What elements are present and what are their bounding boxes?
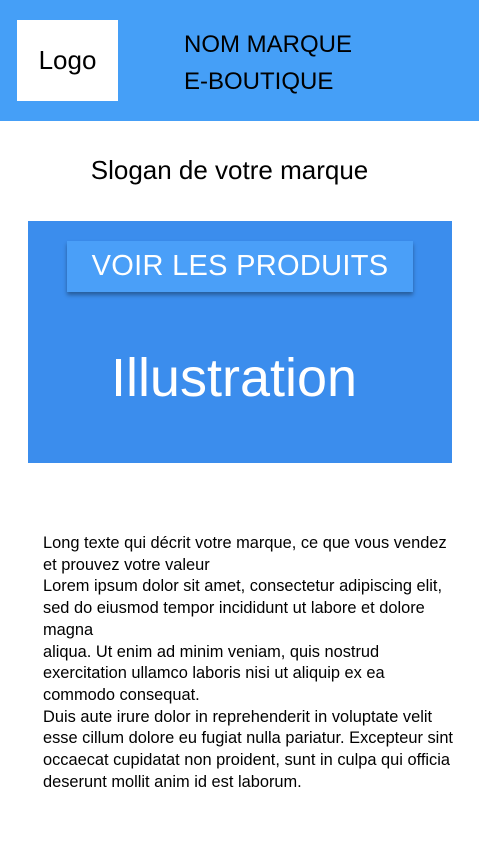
page: Logo NOM MARQUE E-BOUTIQUE Slogan de vot… <box>0 0 479 849</box>
brand-name: NOM MARQUE E-BOUTIQUE <box>184 26 352 100</box>
view-products-button[interactable]: VOIR LES PRODUITS <box>67 241 413 292</box>
brand-name-line2: E-BOUTIQUE <box>184 68 334 95</box>
brand-name-line1: NOM MARQUE <box>184 31 352 58</box>
illustration-placeholder: Illustration <box>110 348 358 408</box>
logo[interactable]: Logo <box>17 20 118 101</box>
hero-banner: VOIR LES PRODUITS Illustration <box>28 221 452 463</box>
brand-description: Long texte qui décrit votre marque, ce q… <box>43 534 453 791</box>
slogan: Slogan de votre marque <box>90 155 369 185</box>
header: Logo NOM MARQUE E-BOUTIQUE <box>0 0 479 121</box>
